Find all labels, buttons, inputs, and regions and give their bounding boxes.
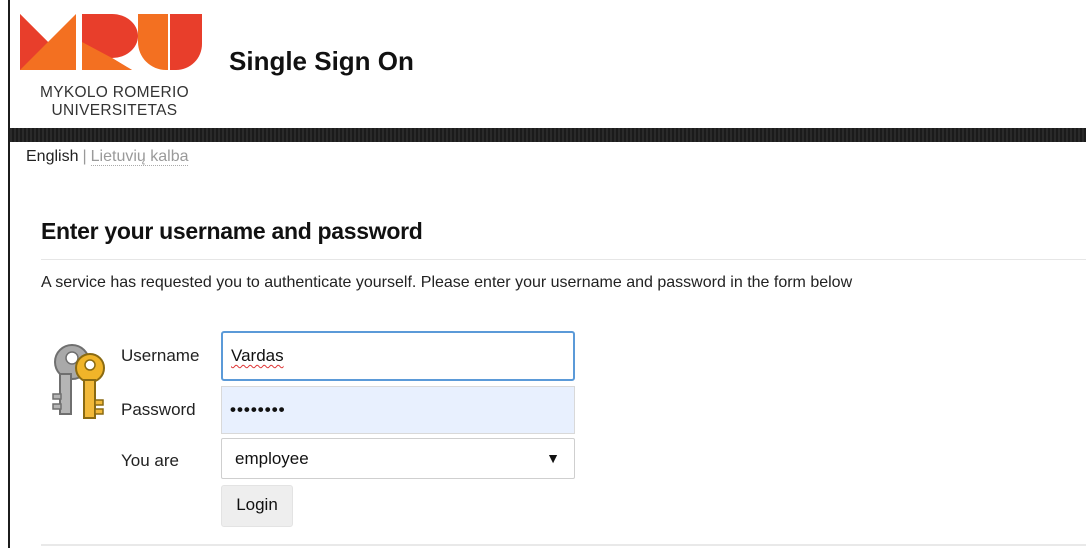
logo-text-line2: UNIVERSITETAS <box>51 102 178 119</box>
language-link-lithuanian[interactable]: Lietuvių kalba <box>90 148 189 166</box>
password-label: Password <box>121 400 196 419</box>
role-label: You are <box>121 451 179 470</box>
keys-icon <box>52 344 105 419</box>
login-button[interactable]: Login <box>221 485 293 527</box>
form-bottom-divider <box>41 544 1086 546</box>
username-input[interactable]: Vardas <box>221 331 575 381</box>
header-divider-bar <box>10 128 1086 142</box>
heading-divider <box>41 259 1086 260</box>
language-selector: English | Lietuvių kalba <box>26 148 189 166</box>
language-current: English <box>26 148 79 165</box>
role-select-value: employee <box>235 449 309 468</box>
form-description: A service has requested you to authentic… <box>41 274 853 291</box>
password-input[interactable]: •••••••• <box>221 386 575 434</box>
logo-text: MYKOLO ROMERIO UNIVERSITETAS <box>22 84 207 120</box>
logo-text-line1: MYKOLO ROMERIO <box>40 84 189 101</box>
username-value: Vardas <box>231 346 284 365</box>
role-select[interactable]: employee ▼ <box>221 438 575 479</box>
username-label: Username <box>121 346 200 365</box>
dropdown-arrow-icon: ▼ <box>546 450 560 466</box>
site-header: MYKOLO ROMERIO UNIVERSITETAS Single Sign… <box>0 0 1086 128</box>
language-separator: | <box>82 148 87 165</box>
page-title: Single Sign On <box>229 46 414 76</box>
form-heading: Enter your username and password <box>41 218 423 244</box>
